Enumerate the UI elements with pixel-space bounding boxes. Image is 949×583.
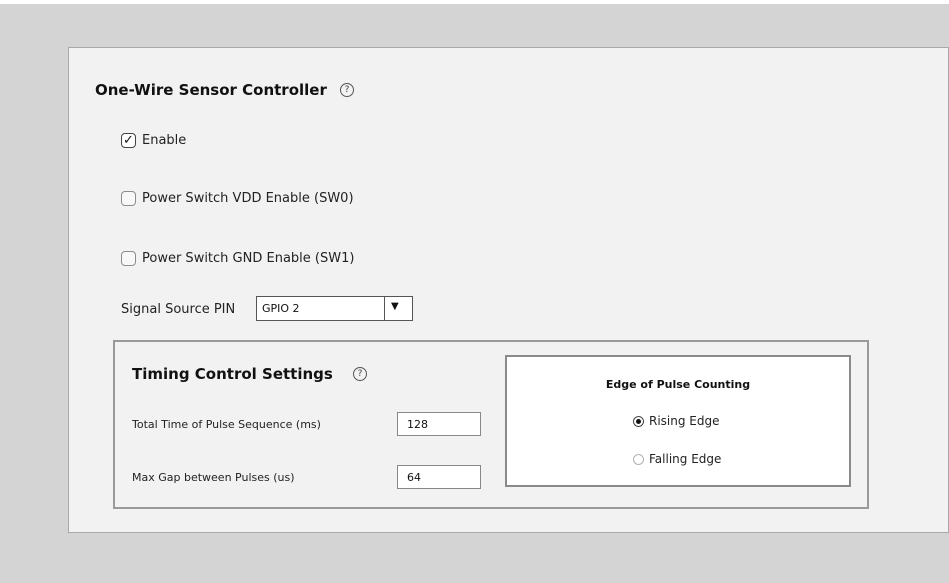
falling-edge-option[interactable]: Falling Edge xyxy=(633,452,721,466)
gnd-switch-label: Power Switch GND Enable (SW1) xyxy=(142,251,355,266)
max-gap-input[interactable]: 64 xyxy=(397,465,481,489)
rising-edge-option[interactable]: Rising Edge xyxy=(633,414,720,428)
top-strip xyxy=(0,0,949,4)
gnd-switch-checkbox[interactable] xyxy=(121,251,136,266)
signal-source-label: Signal Source PIN xyxy=(121,302,236,317)
edge-title: Edge of Pulse Counting xyxy=(605,378,751,391)
enable-checkbox[interactable]: ✓ xyxy=(121,133,136,148)
timing-help-icon[interactable]: ? xyxy=(353,367,367,381)
vdd-switch-label: Power Switch VDD Enable (SW0) xyxy=(142,191,354,206)
signal-source-value: GPIO 2 xyxy=(262,302,300,315)
vdd-switch-checkbox-row[interactable]: Power Switch VDD Enable (SW0) xyxy=(121,191,354,206)
gnd-switch-checkbox-row[interactable]: Power Switch GND Enable (SW1) xyxy=(121,251,354,266)
enable-label: Enable xyxy=(142,133,187,148)
controller-panel: One-Wire Sensor Controller ? ✓ Enable Po… xyxy=(68,47,949,533)
total-time-label: Total Time of Pulse Sequence (ms) xyxy=(132,418,321,431)
rising-edge-label: Rising Edge xyxy=(649,414,720,428)
falling-edge-radio[interactable] xyxy=(633,453,644,465)
signal-source-select[interactable]: GPIO 2 ▼ xyxy=(256,296,413,321)
rising-edge-radio[interactable] xyxy=(633,415,644,427)
help-icon[interactable]: ? xyxy=(340,83,354,97)
enable-checkbox-row[interactable]: ✓ Enable xyxy=(121,133,186,148)
falling-edge-label: Falling Edge xyxy=(649,452,722,466)
timing-title: Timing Control Settings xyxy=(132,365,333,383)
timing-settings-group: Timing Control Settings ? Total Time of … xyxy=(113,340,869,509)
total-time-input[interactable]: 128 xyxy=(397,412,481,436)
vdd-switch-checkbox[interactable] xyxy=(121,191,136,206)
panel-title: One-Wire Sensor Controller xyxy=(95,81,327,99)
max-gap-label: Max Gap between Pulses (us) xyxy=(132,471,295,484)
dropdown-arrow-icon[interactable]: ▼ xyxy=(391,301,399,312)
select-divider xyxy=(384,297,385,320)
edge-counting-box: Edge of Pulse Counting Rising Edge Falli… xyxy=(505,355,851,487)
